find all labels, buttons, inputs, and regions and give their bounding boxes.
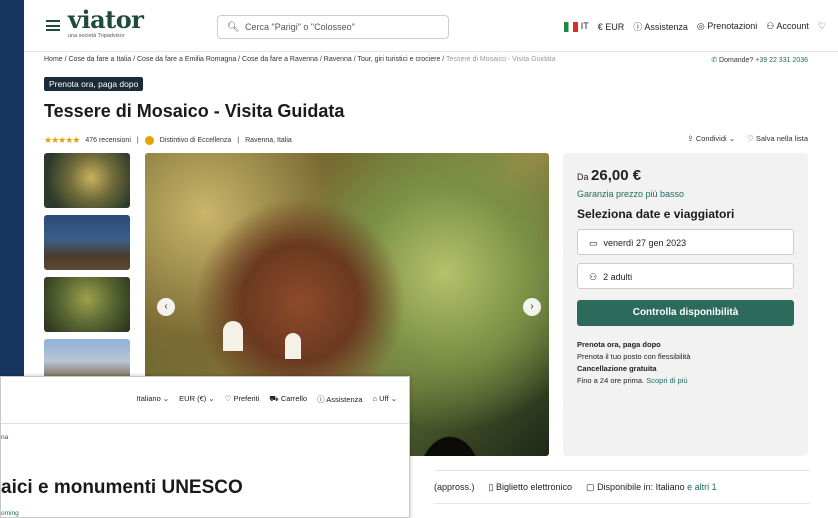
divider [1,423,409,424]
heart-icon[interactable]: ♡ [818,21,826,32]
search-icon: 🔍︎ [227,22,240,33]
booking-panel: Da 26,00 € Garanzia prezzo più basso Sel… [563,153,808,456]
search-input[interactable]: 🔍︎ Cerca "Parigi" o "Colosseo" [217,15,449,39]
review-count[interactable]: 476 recensioni [85,137,131,144]
question-icon: ⓘ [317,395,325,404]
save-button[interactable]: ♡ Salva nella lista [747,134,808,143]
language-selector[interactable]: IT [563,21,589,32]
calendar-icon: ▭ [589,238,598,248]
help-link[interactable]: ⓘ Assistenza [317,394,362,405]
menu-icon[interactable] [46,20,60,31]
more-languages-link[interactable]: e altri 1 [687,482,717,492]
reserve-badge: Prenota ora, paga dopo [44,77,144,91]
user-menu[interactable]: ⌂ Uff ⌄ [373,394,397,405]
phone-icon: ✆ [711,57,718,64]
check-availability-button[interactable]: Controlla disponibilità [577,300,794,326]
tag-icon: ◎ [696,21,705,31]
heart-icon: ♡ [747,134,754,143]
thumbnail-3[interactable] [44,277,130,332]
features-row: (appross.) ▯ Biglietto elettronico ▢ Dis… [434,482,717,492]
header: viator una società Tripadvisor 🔍︎ Cerca "P… [24,0,838,52]
divider [434,503,810,504]
rating-stars: ★★★★★ [44,135,80,145]
page-title: Tessere di Mosaico - Visita Guidata [44,101,345,121]
learn-more-link[interactable]: Scopri di più [646,376,687,385]
bookings-link[interactable]: ◎ Prenotazioni [697,21,757,32]
heart-icon: ♡ [224,394,232,403]
ticket-icon: ▯ [488,482,494,492]
second-nav: Italiano ⌄ EUR (€) ⌄ ♡ Preferiti ⛟ Carre… [137,394,397,405]
phone-contact[interactable]: ✆ Domande? +39 22 331 2036 [711,56,808,64]
user-icon: ⚇ [766,21,775,31]
favorites-link[interactable]: ♡ Preferiti [225,394,260,405]
booking-info: Prenota ora, paga dopo Prenota il tuo pos… [577,340,691,385]
share-button[interactable]: ⇪ Condividi ⌄ [687,134,735,143]
question-icon: ⓘ [633,22,643,32]
next-arrow-icon[interactable]: › [523,298,541,316]
language-dropdown[interactable]: Italiano ⌄ [137,394,170,405]
account-link[interactable]: ⚇ Account [766,21,809,32]
price: Da 26,00 € [577,167,642,184]
currency-selector[interactable]: € EUR [598,22,625,32]
travelers-picker[interactable]: ⚇ 2 adulti [577,263,794,289]
rating-row: ★★★★★ 476 recensioni | Distintivo di Ecce… [44,135,292,145]
breadcrumb[interactable]: na [1,434,8,441]
booking-heading: Seleziona date e viaggiatori [577,207,735,221]
subtitle-link[interactable]: oming [1,510,19,517]
mosaic-window [223,321,243,351]
building-icon: ⌂ [372,394,378,403]
italy-flag-icon [563,21,578,32]
share-icon: ⇪ [687,134,694,143]
logo[interactable]: viator una società Tripadvisor [68,8,144,40]
mosaic-window [285,333,301,359]
chat-icon: ▢ [586,482,595,492]
page-title: aici e monumenti UNESCO [1,477,243,498]
breadcrumb[interactable]: Home / Cose da fare a Italia / Cose da f… [44,56,556,63]
cart-link[interactable]: ⛟ Carrello [269,394,307,405]
second-window: Italiano ⌄ EUR (€) ⌄ ♡ Preferiti ⛟ Carre… [0,376,410,518]
thumbnail-1[interactable] [44,153,130,208]
prev-arrow-icon[interactable]: ‹ [157,298,175,316]
user-icon: ⚇ [589,272,598,282]
excellence-badge: Distintivo di Eccellenza [159,137,232,144]
currency-dropdown[interactable]: EUR (€) ⌄ [179,394,214,405]
help-link[interactable]: ⓘ Assistenza [633,20,688,33]
thumbnail-4[interactable] [44,339,130,379]
date-picker[interactable]: ▭ venerdì 27 gen 2023 [577,229,794,255]
thumbnail-2[interactable] [44,215,130,270]
price-guarantee-link[interactable]: Garanzia prezzo più basso [577,189,794,199]
location[interactable]: Ravenna, Italia [245,137,292,144]
divider [434,470,810,471]
cart-icon: ⛟ [269,394,279,403]
badge-icon [144,136,154,145]
